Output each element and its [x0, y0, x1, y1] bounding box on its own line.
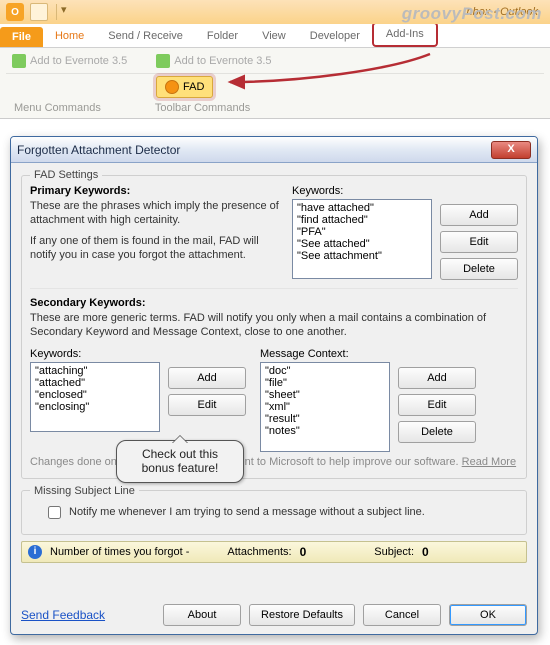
context-list[interactable]: "doc" "file" "sheet" "xml" "result" "not… [260, 362, 390, 452]
qat-sendreceive-button[interactable] [30, 3, 48, 21]
outlook-icon: O [6, 3, 24, 21]
list-item[interactable]: "enclosing" [35, 401, 155, 413]
close-button[interactable]: X [491, 141, 531, 159]
tab-folder[interactable]: Folder [195, 26, 250, 47]
fad-dialog: Forgotten Attachment Detector X FAD Sett… [10, 136, 538, 635]
keywords-label: Keywords: [30, 348, 160, 360]
fad-settings-group: FAD Settings Primary Keywords: These are… [21, 169, 527, 479]
evernote-label: Add to Evernote 3.5 [174, 55, 271, 67]
context-label: Message Context: [260, 348, 390, 360]
list-item[interactable]: "sheet" [265, 389, 385, 401]
dialog-titlebar[interactable]: Forgotten Attachment Detector X [11, 137, 537, 163]
cancel-button[interactable]: Cancel [363, 604, 441, 626]
list-item[interactable]: "notes" [265, 425, 385, 437]
qat-dropdown[interactable]: ▾ [61, 3, 71, 21]
evernote-button-2[interactable]: Add to Evernote 3.5 [150, 52, 277, 70]
read-more-link[interactable]: Read More [462, 456, 516, 468]
evernote-icon [12, 54, 26, 68]
secondary-desc: These are more generic terms. FAD will n… [30, 311, 518, 340]
primary-heading: Primary Keywords: [30, 185, 284, 197]
fad-label: FAD [183, 81, 204, 93]
list-item[interactable]: "result" [265, 413, 385, 425]
watermark: groovyPost.com [402, 4, 542, 24]
fad-settings-legend: FAD Settings [30, 169, 102, 181]
callout-text: Check out this bonus feature! [142, 447, 219, 475]
list-item[interactable]: "doc" [265, 365, 385, 377]
hint-text: Changes done on these keywords will be s… [30, 456, 518, 468]
qat-separator [56, 4, 57, 20]
secondary-keywords-list[interactable]: "attaching" "attached" "enclosed" "enclo… [30, 362, 160, 432]
primary-delete-button[interactable]: Delete [440, 258, 518, 280]
missing-subject-group: Missing Subject Line Notify me whenever … [21, 485, 527, 535]
tab-home[interactable]: Home [43, 26, 96, 47]
evernote-button-1[interactable]: Add to Evernote 3.5 [6, 52, 133, 70]
context-add-button[interactable]: Add [398, 367, 476, 389]
send-feedback-link[interactable]: Send Feedback [21, 608, 105, 622]
fad-button[interactable]: FAD [156, 76, 213, 98]
list-item[interactable]: "enclosed" [35, 389, 155, 401]
group-toolbar-commands: Toolbar Commands [155, 102, 250, 114]
fad-icon [165, 80, 179, 94]
tab-view[interactable]: View [250, 26, 298, 47]
list-item[interactable]: "find attached" [297, 214, 427, 226]
evernote-icon [156, 54, 170, 68]
secondary-edit-button[interactable]: Edit [168, 394, 246, 416]
list-item[interactable]: "file" [265, 377, 385, 389]
tab-send-receive[interactable]: Send / Receive [96, 26, 195, 47]
list-item[interactable]: "See attachment" [297, 250, 427, 262]
missing-subject-legend: Missing Subject Line [30, 485, 139, 497]
list-item[interactable]: "attaching" [35, 365, 155, 377]
secondary-heading: Secondary Keywords: [30, 297, 518, 309]
status-attachments-label: Attachments: [227, 546, 291, 558]
tab-addins[interactable]: Add-Ins [372, 22, 438, 47]
keywords-label: Keywords: [292, 185, 432, 197]
group-menu-commands: Menu Commands [14, 102, 101, 114]
list-item[interactable]: "xml" [265, 401, 385, 413]
about-button[interactable]: About [163, 604, 241, 626]
primary-keywords-list[interactable]: "have attached" "find attached" "PFA" "S… [292, 199, 432, 279]
ribbon-divider [6, 73, 544, 74]
notify-checkbox-row[interactable]: Notify me whenever I am trying to send a… [30, 501, 518, 526]
ok-button[interactable]: OK [449, 604, 527, 626]
list-item[interactable]: "See attached" [297, 238, 427, 250]
restore-defaults-button[interactable]: Restore Defaults [249, 604, 355, 626]
status-bar: i Number of times you forgot - Attachmen… [21, 541, 527, 563]
context-edit-button[interactable]: Edit [398, 394, 476, 416]
callout-bubble: Check out this bonus feature! [116, 440, 244, 483]
primary-add-button[interactable]: Add [440, 204, 518, 226]
context-delete-button[interactable]: Delete [398, 421, 476, 443]
status-attachments-value: 0 [300, 545, 307, 559]
dialog-footer: Send Feedback About Restore Defaults Can… [21, 604, 527, 626]
list-item[interactable]: "have attached" [297, 202, 427, 214]
secondary-add-button[interactable]: Add [168, 367, 246, 389]
list-item[interactable]: "attached" [35, 377, 155, 389]
primary-edit-button[interactable]: Edit [440, 231, 518, 253]
ribbon-groups: Menu Commands Toolbar Commands [6, 98, 544, 116]
ribbon-tabs: File Home Send / Receive Folder View Dev… [0, 24, 550, 48]
primary-desc2: If any one of them is found in the mail,… [30, 234, 284, 263]
tab-developer[interactable]: Developer [298, 26, 372, 47]
status-prefix: Number of times you forgot - [50, 546, 189, 558]
notify-label: Notify me whenever I am trying to send a… [69, 506, 425, 518]
notify-checkbox[interactable] [48, 506, 61, 519]
info-icon: i [28, 545, 42, 559]
primary-desc1: These are the phrases which imply the pr… [30, 199, 284, 228]
ribbon-area: Add to Evernote 3.5 Add to Evernote 3.5 … [0, 48, 550, 119]
status-subject-label: Subject: [374, 546, 414, 558]
status-subject-value: 0 [422, 545, 429, 559]
list-item[interactable]: "PFA" [297, 226, 427, 238]
dialog-title: Forgotten Attachment Detector [17, 143, 180, 157]
tab-file[interactable]: File [0, 27, 43, 47]
evernote-label: Add to Evernote 3.5 [30, 55, 127, 67]
